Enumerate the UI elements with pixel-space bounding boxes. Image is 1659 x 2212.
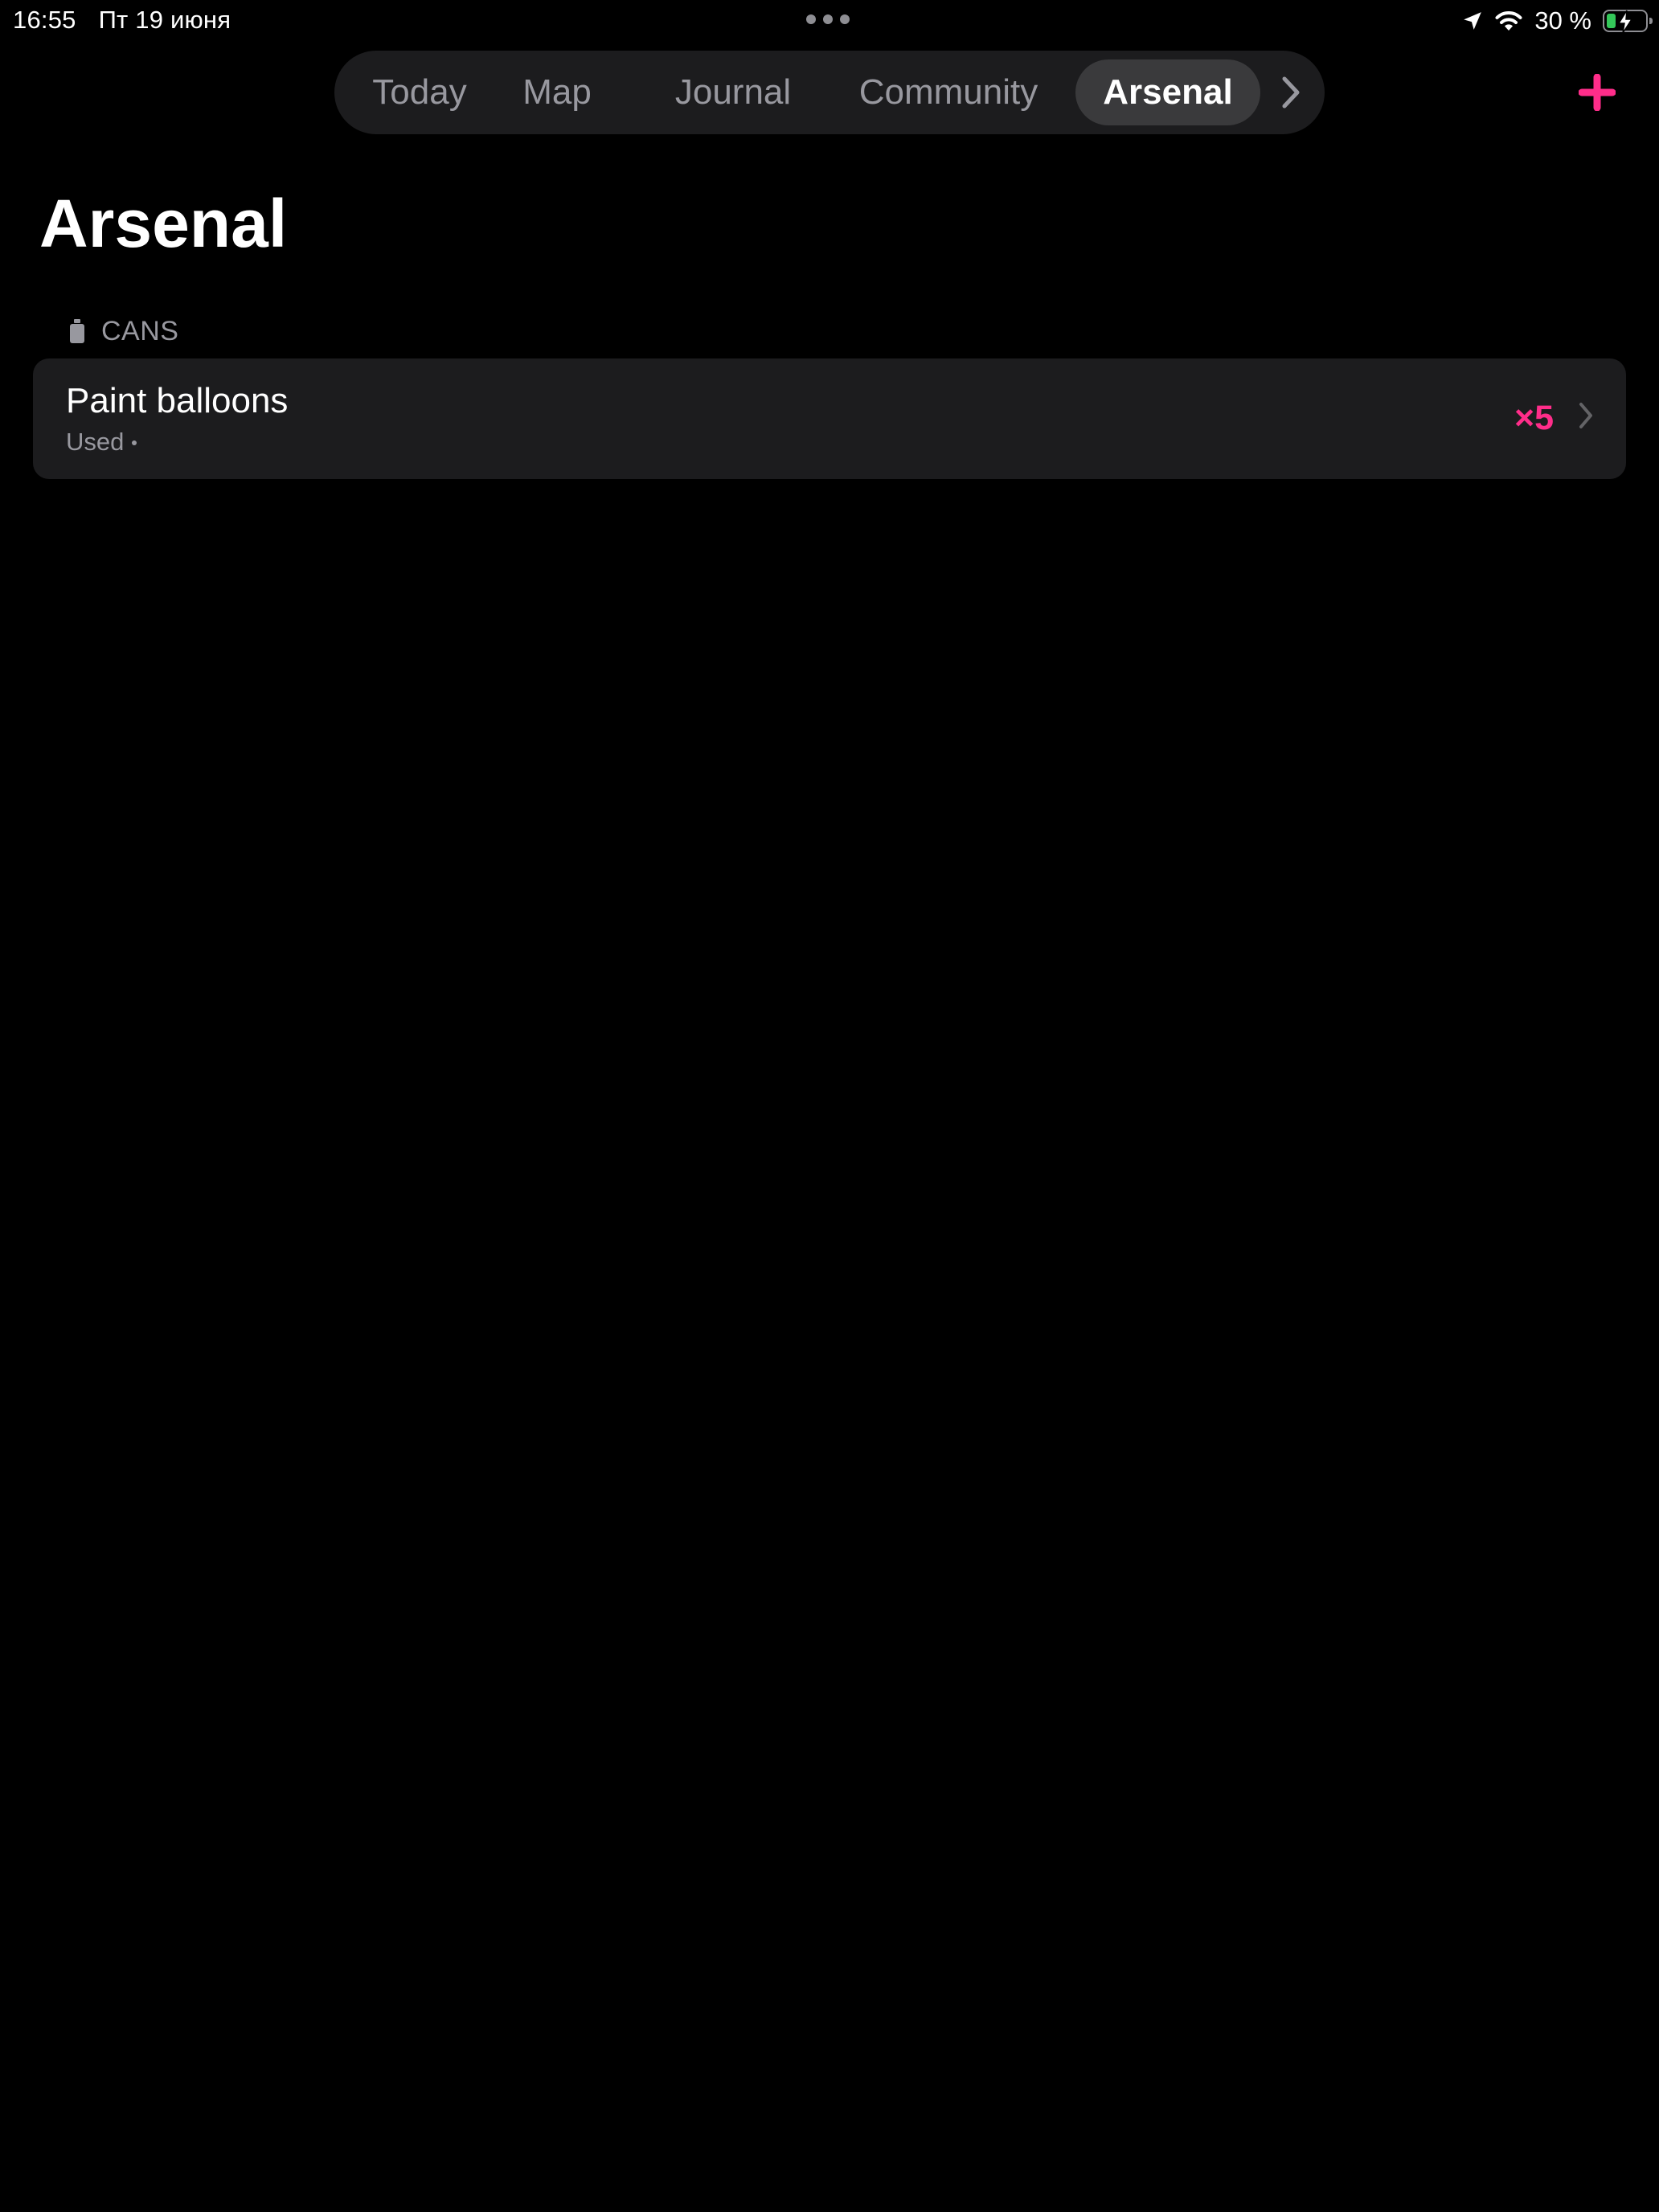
tab-map[interactable]: Map (518, 51, 596, 134)
add-button[interactable] (1575, 71, 1619, 114)
status-date: Пт 19 июня (98, 6, 231, 34)
item-count-badge: ×5 (1514, 399, 1554, 437)
battery-charging-icon (1603, 10, 1653, 34)
status-indicators: 30 % (1462, 5, 1653, 37)
list-item[interactable]: Paint balloons Used ×5 (33, 358, 1626, 479)
section-label: CANS (101, 315, 179, 346)
battery-percent: 30 % (1534, 6, 1591, 35)
chevron-right-icon[interactable] (1268, 70, 1313, 115)
section-header-cans: CANS (69, 315, 178, 347)
tab-today[interactable]: Today (358, 51, 481, 134)
wifi-icon (1495, 11, 1522, 31)
item-subtitle: Used (66, 426, 137, 458)
plus-icon (1579, 74, 1616, 111)
location-arrow-icon (1464, 12, 1482, 30)
page-title: Arsenal (39, 186, 288, 261)
chevron-right-icon (1579, 403, 1592, 428)
status-bar: 16:55 Пт 19 июня 30 % (0, 0, 1659, 42)
tab-community[interactable]: Community (854, 51, 1043, 134)
tab-arsenal[interactable]: Arsenal (1075, 59, 1260, 125)
tab-bar: Today Map Journal Community Arsenal (334, 51, 1325, 134)
item-status: Used (66, 428, 125, 456)
multitasking-dots-icon[interactable] (806, 14, 850, 24)
spray-can-icon (70, 319, 84, 343)
status-time-date: 16:55 Пт 19 июня (13, 6, 231, 35)
separator-dot (132, 440, 137, 445)
status-time: 16:55 (13, 6, 76, 34)
tab-journal[interactable]: Journal (661, 51, 805, 134)
item-title: Paint balloons (66, 381, 289, 420)
